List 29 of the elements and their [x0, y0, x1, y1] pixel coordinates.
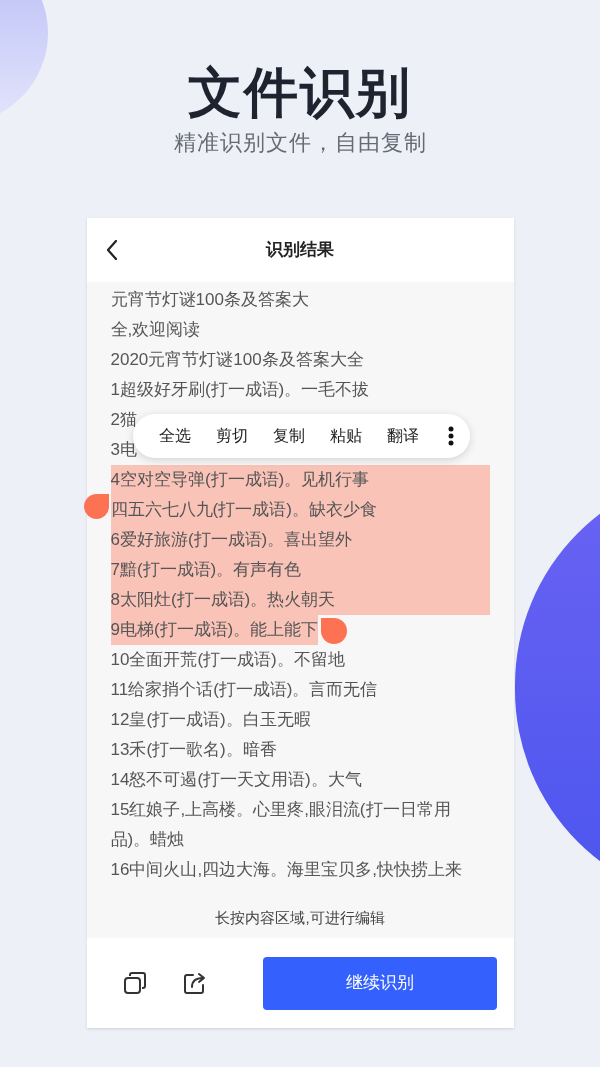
text-line: 元宵节灯谜100条及答案大: [110, 289, 309, 311]
page-title: 文件识别: [188, 61, 412, 124]
page-subtitle: 精准识别文件，自由复制: [173, 129, 427, 157]
menu-item[interactable]: 粘贴: [317, 424, 375, 448]
text-line: 13禾(打一歌名)。暗香: [110, 739, 277, 761]
text-line: 15红娘子,上高楼。心里疼,眼泪流(打一日常用: [110, 799, 451, 821]
text-line: 11给家捎个话(打一成语)。言而无信: [110, 679, 378, 701]
hint-text: 长按内容区域,可进行编辑: [214, 908, 386, 928]
share-icon[interactable]: [182, 971, 207, 995]
text-line: 品)。蜡烛: [110, 829, 185, 851]
copy-icon[interactable]: [122, 971, 147, 995]
menu-item[interactable]: 全选: [146, 424, 204, 448]
text-line: 14怒不可遏(打一天文用语)。大气: [110, 769, 362, 791]
menu-item[interactable]: 复制: [260, 424, 318, 448]
menu-item[interactable]: 剪切: [203, 424, 261, 448]
more-icon[interactable]: [447, 426, 454, 446]
text-line: 3电: [110, 439, 137, 461]
text-line: 12皇(打一成语)。白玉无暇: [110, 709, 311, 731]
text-line: 全,欢迎阅读: [110, 319, 201, 341]
back-icon[interactable]: [105, 240, 118, 260]
text-line: 10全面开荒(打一成语)。不留地: [110, 649, 345, 671]
text-line: 16中间火山,四边大海。海里宝贝多,快快捞上来: [110, 859, 462, 881]
text-line: 1超级好牙刷(打一成语)。一毛不拔: [110, 379, 370, 401]
continue-button[interactable]: 继续识别: [262, 956, 497, 1010]
menu-item[interactable]: 翻译: [374, 424, 432, 448]
screen-title: 识别结果: [266, 239, 334, 262]
selection-handle[interactable]: [83, 494, 109, 519]
text-line: 2猫: [110, 409, 137, 431]
text-line: 2020元宵节灯谜100条及答案大全: [110, 349, 364, 371]
